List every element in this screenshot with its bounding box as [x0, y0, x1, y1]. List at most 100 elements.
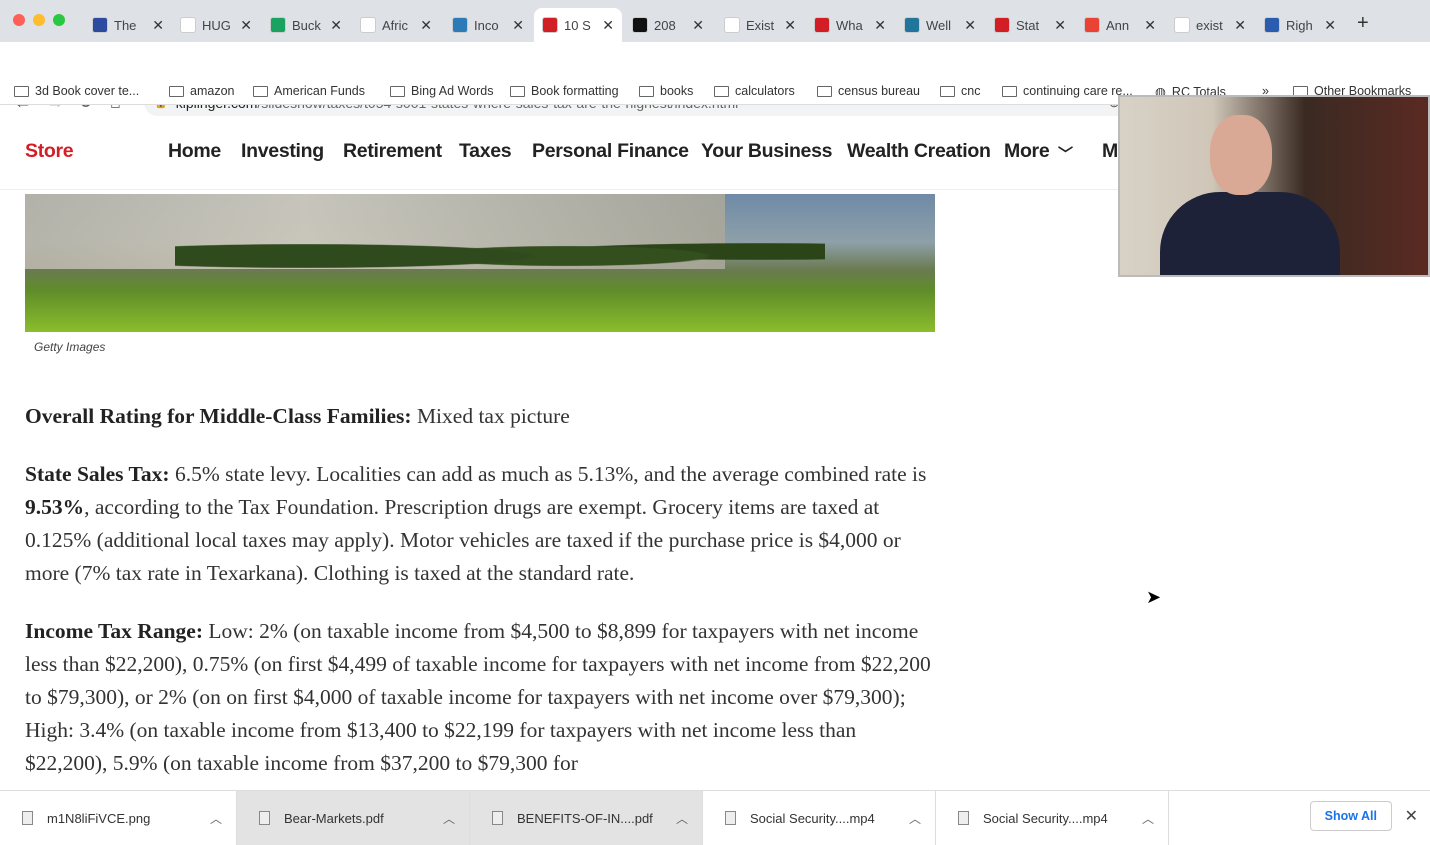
minimize-window-button[interactable] [33, 14, 45, 26]
nav-link-taxes[interactable]: Taxes [459, 140, 512, 163]
download-filename: Bear-Markets.pdf [284, 810, 384, 826]
image-caption: Getty Images [34, 340, 106, 354]
bookmark-item[interactable]: census bureau [817, 84, 920, 98]
chevron-up-icon[interactable]: ︿ [443, 810, 455, 827]
bookmark-item[interactable]: books [639, 84, 693, 98]
bookmark-item[interactable]: Book formatting [510, 84, 619, 98]
close-tab-icon[interactable]: ✕ [512, 17, 524, 34]
file-icon [725, 811, 736, 825]
folder-icon [940, 85, 955, 97]
tab-favicon-icon [542, 17, 558, 33]
download-filename: BENEFITS-OF-IN....pdf [517, 810, 653, 826]
browser-tab[interactable]: exist ✕ [1166, 8, 1254, 42]
tab-title: Ann [1106, 17, 1130, 33]
browser-tab[interactable]: HUG ✕ [172, 8, 260, 42]
browser-tab[interactable]: 10 S ✕ [534, 8, 622, 42]
folder-icon [253, 85, 268, 97]
close-tab-icon[interactable]: ✕ [330, 17, 342, 34]
close-downloads-bar-icon[interactable]: ✕ [1405, 806, 1418, 826]
sales-tax-text: , according to the Tax Foundation. Presc… [25, 495, 901, 585]
folder-icon [639, 85, 654, 97]
chevron-up-icon[interactable]: ︿ [676, 810, 688, 827]
nav-link-retirement[interactable]: Retirement [343, 140, 442, 163]
tab-title: Exist [746, 17, 775, 33]
bookmark-label: 3d Book cover te... [35, 84, 140, 98]
close-tab-icon[interactable]: ✕ [964, 17, 976, 34]
close-tab-icon[interactable]: ✕ [152, 17, 164, 34]
download-item[interactable]: Bear-Markets.pdf ︿ [237, 791, 470, 845]
bookmark-item[interactable]: Bing Ad Words [390, 84, 493, 98]
close-tab-icon[interactable]: ✕ [240, 17, 252, 34]
tab-favicon-icon [92, 17, 108, 33]
nav-link-store[interactable]: Store [25, 140, 74, 163]
new-tab-button[interactable]: + [1357, 12, 1369, 35]
tab-title: Buck [292, 17, 321, 33]
folder-icon [14, 85, 29, 97]
browser-tab[interactable]: Buck ✕ [262, 8, 350, 42]
show-all-downloads-button[interactable]: Show All [1309, 801, 1392, 831]
close-tab-icon[interactable]: ✕ [692, 17, 704, 34]
chevron-up-icon[interactable]: ︿ [909, 810, 921, 827]
webcam-overlay [1118, 95, 1430, 277]
nav-link-home[interactable]: Home [168, 140, 221, 163]
close-tab-icon[interactable]: ✕ [1324, 17, 1336, 34]
close-tab-icon[interactable]: ✕ [420, 17, 432, 34]
tab-favicon-icon [814, 17, 830, 33]
download-item[interactable]: m1N8liFiVCE.png ︿ [0, 791, 237, 845]
close-tab-icon[interactable]: ✕ [1144, 17, 1156, 34]
nav-link-your-business[interactable]: Your Business [701, 140, 833, 163]
browser-tab[interactable]: Ann ✕ [1076, 8, 1164, 42]
browser-toolbar: ← → ↻ ⌂ 🔒 kiplinger.com/slideshow/taxes/… [0, 42, 1430, 116]
bookmark-label: census bureau [838, 84, 921, 98]
browser-tab[interactable]: The ✕ [84, 8, 172, 42]
browser-tab[interactable]: Exist ✕ [716, 8, 804, 42]
close-tab-icon[interactable]: ✕ [602, 17, 614, 34]
tab-favicon-icon [904, 17, 920, 33]
bookmark-item[interactable]: American Funds [253, 84, 365, 98]
bookmark-item[interactable]: continuing care re... [1002, 84, 1133, 98]
tab-title: Righ [1286, 17, 1313, 33]
nav-link-more[interactable]: More [1004, 140, 1050, 163]
bookmark-item[interactable]: calculators [714, 84, 795, 98]
close-tab-icon[interactable]: ✕ [1054, 17, 1066, 34]
tab-title: Well [926, 17, 952, 33]
browser-tab[interactable]: Inco ✕ [444, 8, 532, 42]
tab-title: Inco [474, 17, 499, 33]
download-item[interactable]: Social Security....mp4 ︿ [936, 791, 1169, 845]
tab-title: Stat [1016, 17, 1040, 33]
tab-title: exist [1196, 17, 1223, 33]
nav-link-wealth-creation[interactable]: Wealth Creation [847, 140, 991, 163]
bookmark-item[interactable]: amazon [169, 84, 234, 98]
browser-tab[interactable]: Righ ✕ [1256, 8, 1344, 42]
close-tab-icon[interactable]: ✕ [874, 17, 886, 34]
close-tab-icon[interactable]: ✕ [784, 17, 796, 34]
bookmark-item[interactable]: 3d Book cover te... [14, 84, 139, 98]
downloads-bar: m1N8liFiVCE.png ︿ Bear-Markets.pdf ︿ BENEFIT… [0, 790, 1430, 845]
nav-link-personal-finance[interactable]: Personal Finance [532, 140, 689, 163]
mouse-cursor-icon: ➤ [1146, 587, 1162, 607]
maximize-window-button[interactable] [53, 14, 65, 26]
close-window-button[interactable] [13, 14, 25, 26]
nav-link-investing[interactable]: Investing [241, 140, 324, 163]
browser-tab[interactable]: Afric ✕ [352, 8, 440, 42]
chevron-down-icon[interactable]: ﹀ [1058, 143, 1073, 164]
browser-tab[interactable]: 208 ✕ [624, 8, 712, 42]
bookmark-label: continuing care re... [1023, 84, 1133, 98]
close-tab-icon[interactable]: ✕ [1234, 17, 1246, 34]
bookmark-item[interactable]: cnc [940, 84, 980, 98]
folder-icon [390, 85, 405, 97]
tab-favicon-icon [994, 17, 1010, 33]
chevron-up-icon[interactable]: ︿ [210, 810, 222, 827]
browser-tab[interactable]: Wha ✕ [806, 8, 894, 42]
browser-tab[interactable]: Well ✕ [896, 8, 984, 42]
bookmark-label: amazon [190, 84, 235, 98]
download-item[interactable]: BENEFITS-OF-IN....pdf ︿ [470, 791, 703, 845]
download-item[interactable]: Social Security....mp4 ︿ [703, 791, 936, 845]
chevron-up-icon[interactable]: ︿ [1142, 810, 1154, 827]
browser-tab[interactable]: Stat ✕ [986, 8, 1074, 42]
rating-label: Overall Rating for Middle-Class Families… [25, 404, 412, 428]
combined-rate: 9.53% [25, 495, 85, 519]
sales-tax-paragraph: State Sales Tax: 6.5% state levy. Locali… [25, 458, 940, 590]
tab-favicon-icon [270, 17, 286, 33]
bookmark-label: Book formatting [531, 84, 619, 98]
